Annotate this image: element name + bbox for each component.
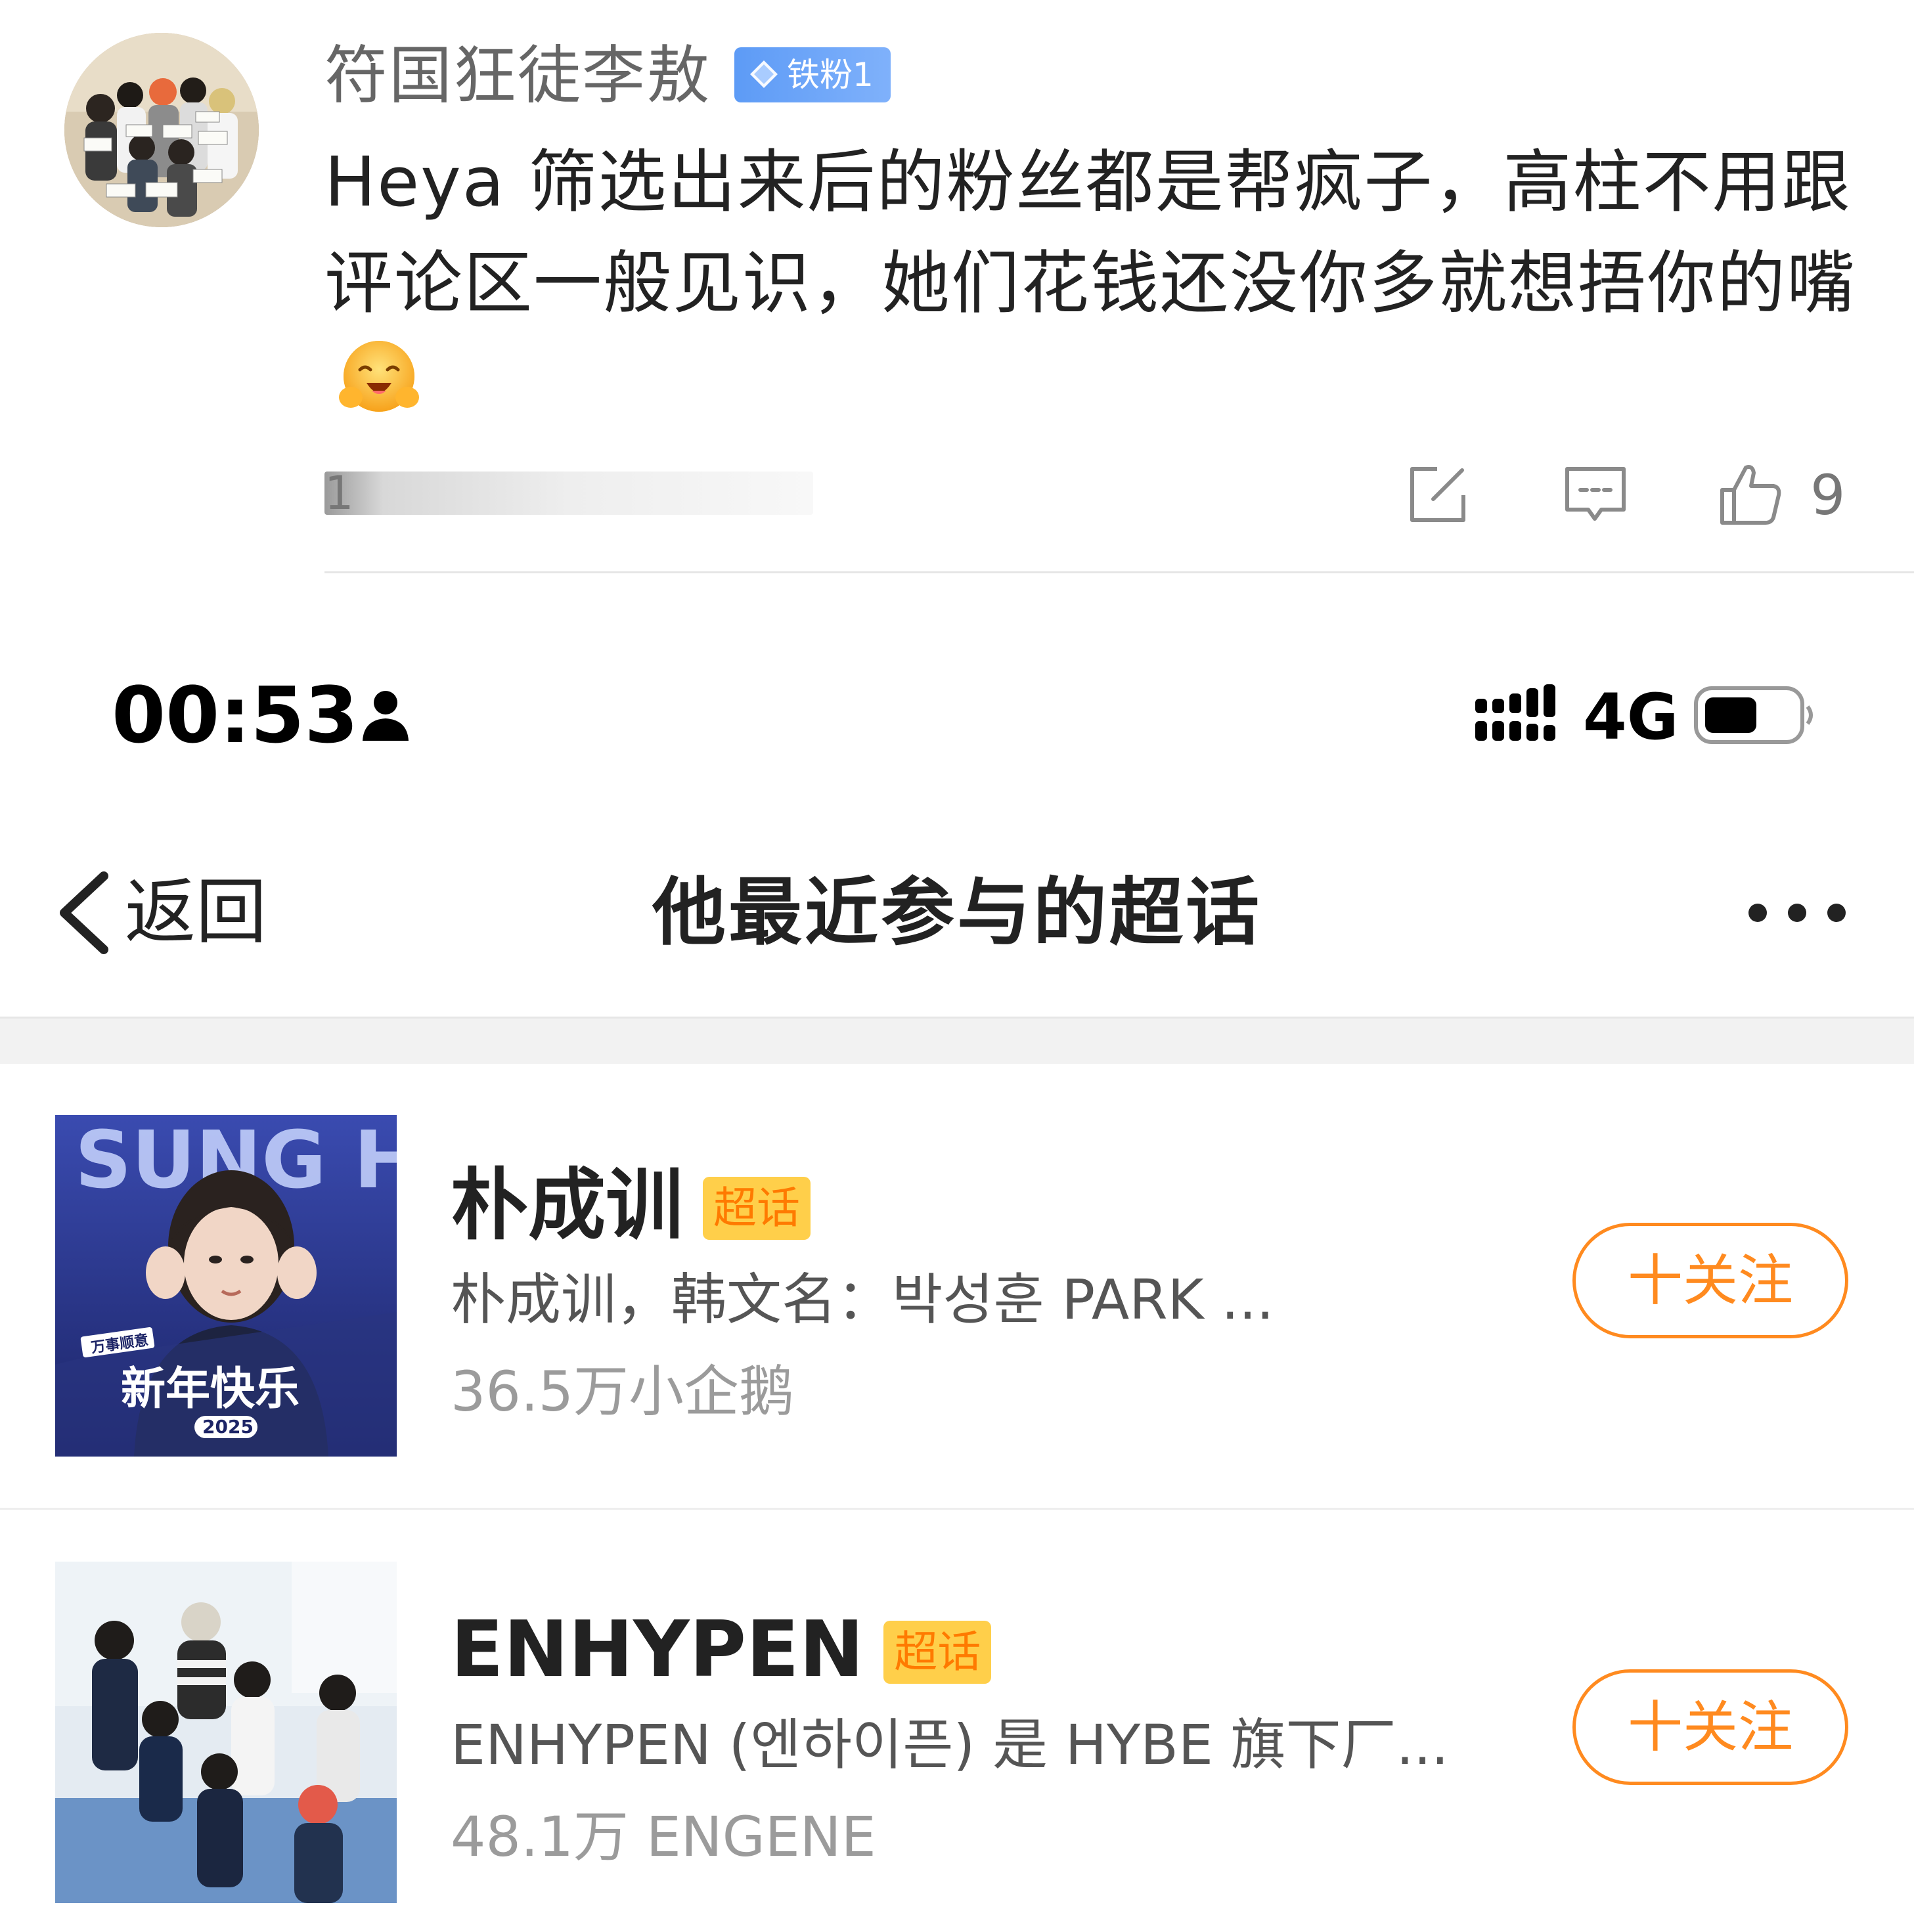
fan-level-badge: 铁粉1	[734, 47, 891, 102]
topic-fan-count: 36.5万小企鹅	[451, 1359, 795, 1424]
topic-row[interactable]: SUNG HOON 万事顺意 新年快乐 2025	[0, 1064, 1914, 1510]
topic-cover-image[interactable]: SUNG HOON 万事顺意 新年快乐 2025	[55, 1115, 397, 1457]
more-dots-icon[interactable]	[1745, 900, 1850, 926]
topic-description: 朴成训，韩文名：박성훈 PARK ...	[451, 1267, 1274, 1332]
topic-name[interactable]: 朴成训 超话	[451, 1156, 811, 1254]
topic-name-text: 朴成训	[451, 1160, 684, 1250]
topic-description: ENHYPEN (엔하이픈) 是 HYBE 旗下厂...	[451, 1713, 1449, 1777]
enhypen-group-photo	[55, 1562, 397, 1903]
hug-smile-emoji-icon	[339, 341, 419, 412]
back-label: 返回	[125, 871, 267, 954]
battery-icon	[1694, 686, 1813, 744]
diamond-icon	[750, 60, 778, 88]
page: 符国狂徒李敖 铁粉1 Heya 筛选出来后的粉丝都是帮疯子，高柱不用跟评论区一般…	[0, 0, 1914, 1932]
comment-username[interactable]: 符国狂徒李敖	[324, 33, 711, 118]
network-type: 4G	[1583, 680, 1679, 754]
topic-name[interactable]: ENHYPEN 超话	[451, 1600, 992, 1698]
super-topic-badge: 超话	[883, 1621, 992, 1684]
comment-text: Heya 筛选出来后的粉丝都是帮疯子，高柱不用跟评论区一般见识，她们花钱还没你多…	[324, 142, 1857, 323]
share-icon[interactable]	[1403, 460, 1473, 529]
super-topic-badge: 超话	[703, 1177, 811, 1240]
follow-button[interactable]: 十关注	[1572, 1669, 1848, 1785]
reply-icon[interactable]	[1561, 460, 1630, 529]
thumbs-up-icon[interactable]	[1716, 460, 1785, 529]
timestamp-redacted: 1	[324, 466, 813, 520]
topic-row[interactable]: ENHYPEN 超话 ENHYPEN (엔하이픈) 是 HYBE 旗下厂... 4…	[0, 1509, 1914, 1932]
fan-badge-label: 铁粉1	[787, 56, 874, 94]
cover-greeting: 新年快乐	[121, 1363, 300, 1415]
person-icon	[363, 691, 409, 741]
back-button[interactable]: 返回	[53, 867, 289, 959]
page-title: 他最近参与的超话	[652, 870, 1262, 955]
avatar-group-photo	[64, 33, 259, 227]
follow-button[interactable]: 十关注	[1572, 1223, 1848, 1338]
comment-body: Heya 筛选出来后的粉丝都是帮疯子，高柱不用跟评论区一般见识，她们花钱还没你多…	[324, 131, 1875, 435]
cover-year: 2025	[202, 1416, 254, 1438]
signal-icon	[1475, 684, 1555, 741]
section-separator	[0, 1017, 1914, 1064]
status-time: 00:53	[112, 670, 359, 760]
avatar[interactable]	[64, 33, 259, 227]
topic-name-text: ENHYPEN	[451, 1604, 864, 1694]
like-count: 9	[1810, 463, 1846, 527]
topic-fan-count: 48.1万 ENGENE	[451, 1805, 876, 1869]
comment-divider	[324, 571, 1914, 573]
sunghoon-cover-art: SUNG HOON 万事顺意 新年快乐 2025	[55, 1115, 397, 1457]
topic-cover-image[interactable]	[55, 1562, 397, 1903]
timestamp-digit: 1	[324, 466, 354, 520]
chevron-left-icon	[60, 871, 108, 954]
comment-card: 符国狂徒李敖 铁粉1 Heya 筛选出来后的粉丝都是帮疯子，高柱不用跟评论区一般…	[0, 0, 1914, 578]
